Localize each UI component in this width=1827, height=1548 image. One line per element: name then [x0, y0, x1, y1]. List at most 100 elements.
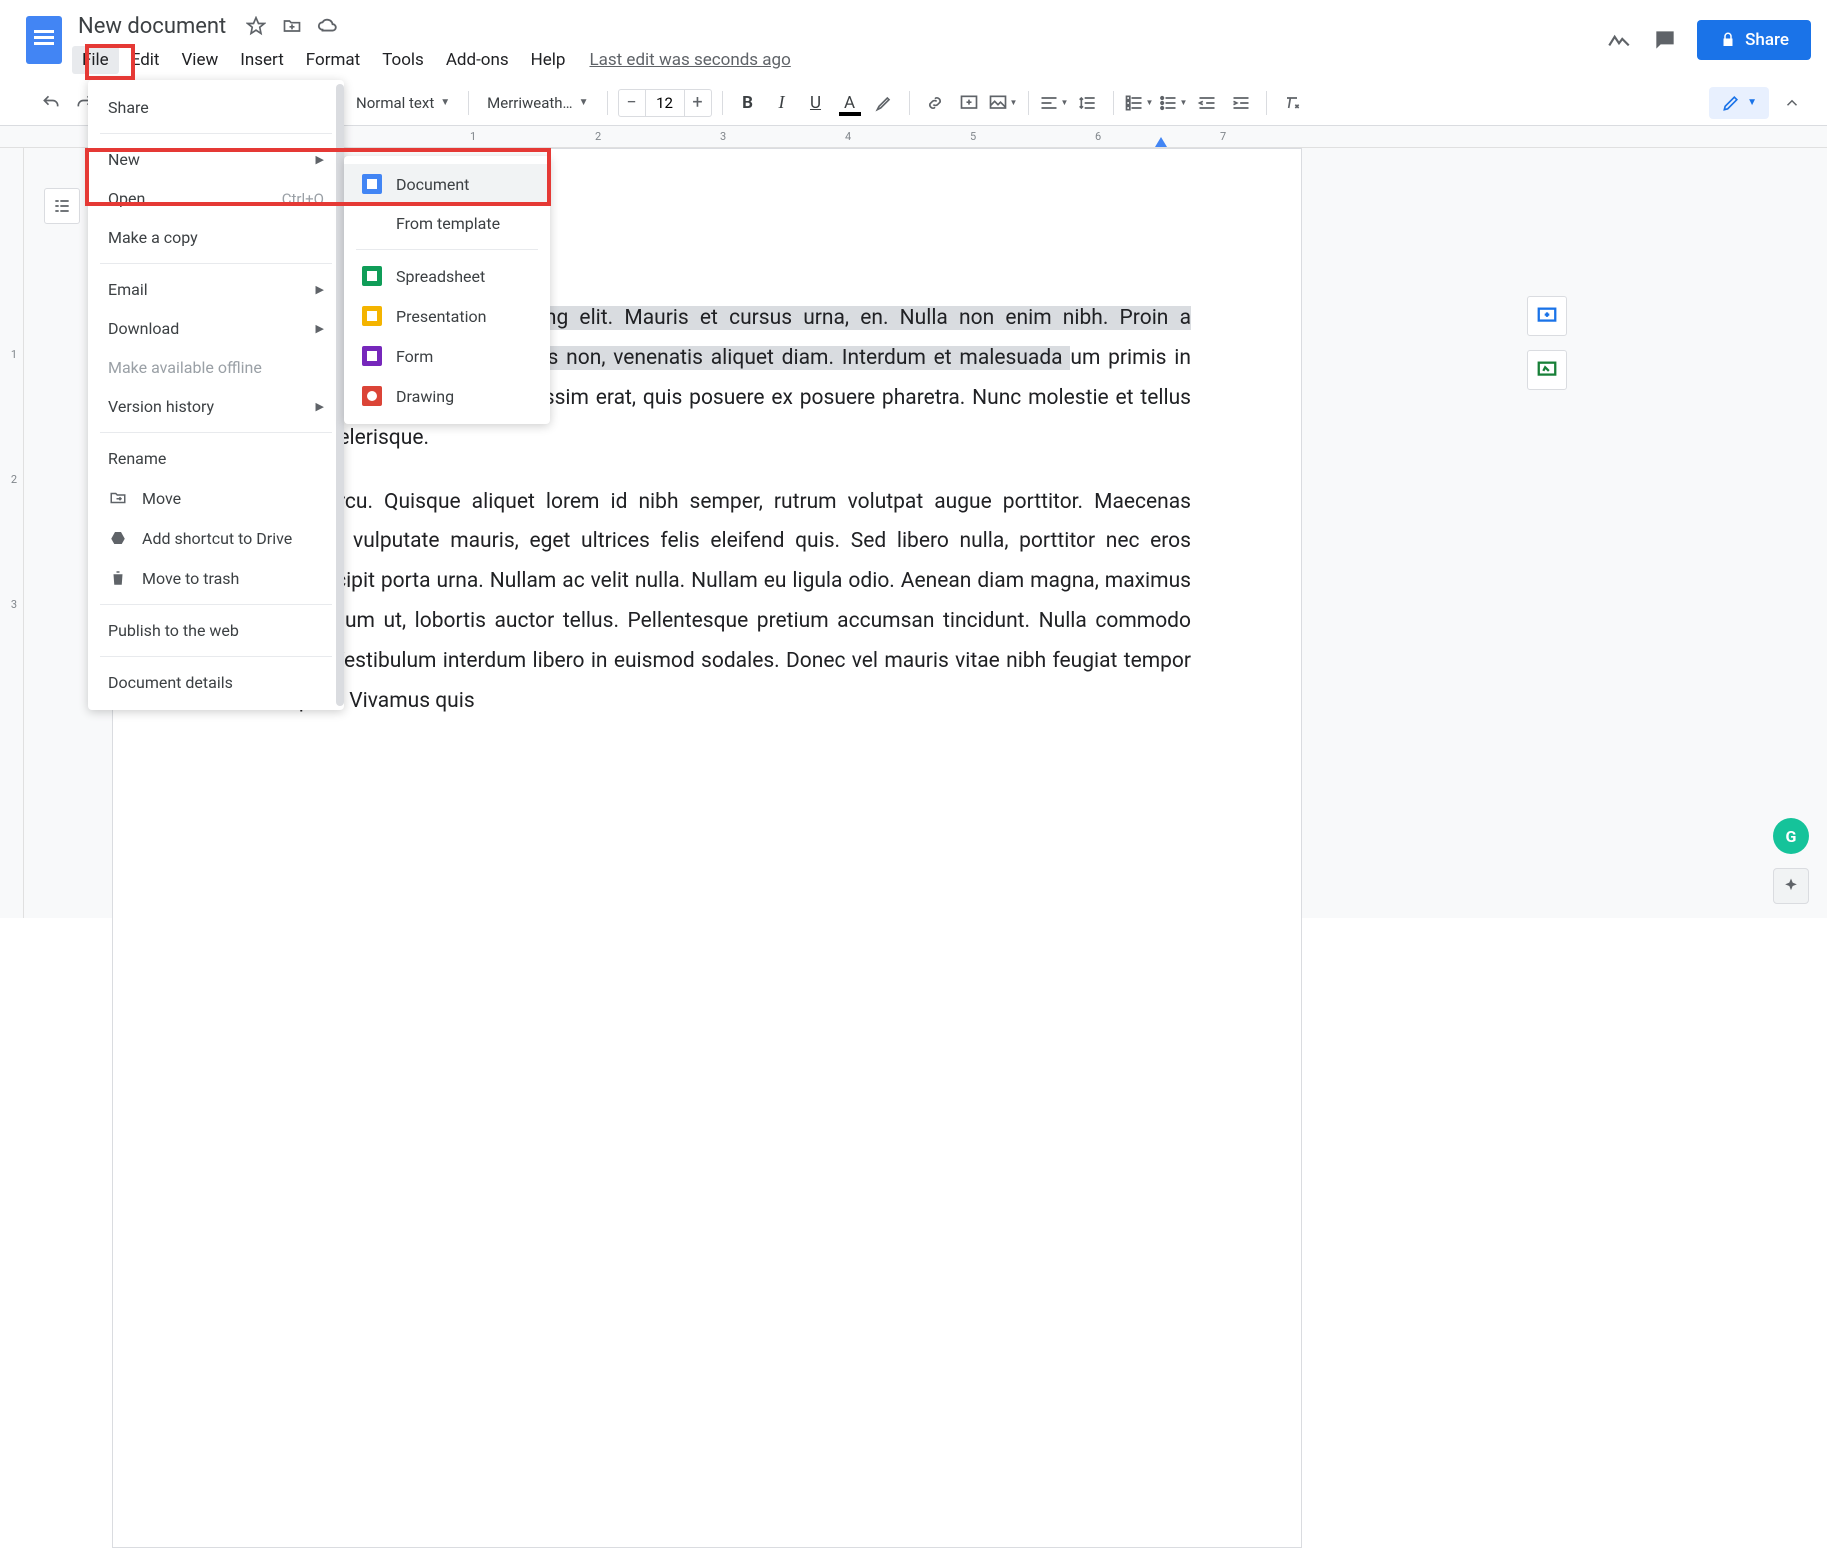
file-share-item[interactable]: Share [88, 88, 344, 127]
font-size-decrease[interactable]: − [619, 92, 645, 113]
comments-icon[interactable] [1651, 26, 1679, 54]
new-presentation-item[interactable]: Presentation [344, 296, 550, 336]
clear-formatting-button[interactable] [1277, 88, 1307, 118]
indent-marker-icon[interactable] [1155, 137, 1167, 147]
caret-right-icon: ▶ [316, 153, 324, 166]
drive-icon [108, 528, 128, 548]
menu-file[interactable]: File [72, 46, 119, 74]
separator [722, 91, 723, 115]
caret-right-icon: ▶ [316, 400, 324, 413]
file-dropdown: Share New▶ OpenCtrl+O Make a copy Email▶… [88, 80, 344, 710]
add-comment-button[interactable] [1527, 296, 1567, 336]
title-row: New document [72, 8, 1605, 44]
separator [100, 656, 332, 657]
new-form-item[interactable]: Form [344, 336, 550, 376]
file-make-copy-item[interactable]: Make a copy [88, 218, 344, 257]
menu-view[interactable]: View [171, 46, 228, 74]
caret-down-icon: ▼ [579, 97, 589, 108]
caret-right-icon: ▶ [316, 322, 324, 335]
cloud-status-icon[interactable] [316, 14, 340, 38]
caret-right-icon: ▶ [316, 283, 324, 296]
header-main: New document File Edit View Insert Forma… [72, 8, 1605, 76]
separator [909, 91, 910, 115]
font-select[interactable]: Merriweath…▼ [479, 90, 596, 116]
new-spreadsheet-item[interactable]: Spreadsheet [344, 256, 550, 296]
slides-app-icon [362, 306, 382, 326]
file-move-item[interactable]: Move [88, 478, 344, 518]
underline-button[interactable]: U [801, 88, 831, 118]
file-offline-item: Make available offline [88, 348, 344, 387]
font-size-increase[interactable]: + [685, 92, 711, 113]
side-actions [1527, 296, 1567, 390]
move-folder-icon[interactable] [280, 14, 304, 38]
insert-comment-button[interactable] [954, 88, 984, 118]
separator [1266, 91, 1267, 115]
font-size-value[interactable]: 12 [645, 90, 685, 116]
file-details-item[interactable]: Document details [88, 663, 344, 702]
separator [100, 604, 332, 605]
collapse-toolbar-button[interactable] [1777, 88, 1807, 118]
caret-down-icon: ▼ [1061, 98, 1069, 107]
undo-button[interactable] [36, 88, 66, 118]
header-right: Share [1605, 8, 1811, 60]
toolbar-right: ▼ [1709, 87, 1807, 119]
last-edit-link[interactable]: Last edit was seconds ago [589, 50, 790, 70]
file-open-item[interactable]: OpenCtrl+O [88, 179, 344, 218]
sheets-app-icon [362, 266, 382, 286]
new-submenu: Document From template Spreadsheet Prese… [344, 156, 550, 424]
indent-decrease-button[interactable] [1192, 88, 1222, 118]
document-title[interactable]: New document [72, 12, 232, 41]
file-version-item[interactable]: Version history▶ [88, 387, 344, 426]
align-button[interactable]: ▼ [1039, 88, 1069, 118]
trash-icon [108, 568, 128, 588]
explore-button[interactable] [1773, 868, 1809, 904]
file-rename-item[interactable]: Rename [88, 439, 344, 478]
menubar: File Edit View Insert Format Tools Add-o… [72, 44, 1605, 76]
logo-wrap [16, 8, 72, 64]
file-trash-item[interactable]: Move to trash [88, 558, 344, 598]
new-drawing-item[interactable]: Drawing [344, 376, 550, 416]
menu-tools[interactable]: Tools [372, 46, 434, 74]
paragraph[interactable]: In a urna arcu. Quisque aliquet lorem id… [223, 483, 1191, 722]
new-template-item[interactable]: From template [344, 204, 550, 243]
grammarly-icon[interactable]: G [1773, 818, 1809, 854]
text-color-button[interactable]: A [835, 88, 865, 118]
menu-edit[interactable]: Edit [121, 46, 170, 74]
highlight-button[interactable] [869, 88, 899, 118]
file-new-item[interactable]: New▶ [88, 140, 344, 179]
menu-insert[interactable]: Insert [230, 46, 294, 74]
italic-button[interactable]: I [767, 88, 797, 118]
file-email-item[interactable]: Email▶ [88, 270, 344, 309]
checklist-button[interactable]: ▼ [1124, 88, 1154, 118]
paragraph-style-select[interactable]: Normal text▼ [348, 90, 458, 116]
docs-logo-icon[interactable] [26, 16, 62, 64]
file-publish-item[interactable]: Publish to the web [88, 611, 344, 650]
menu-format[interactable]: Format [296, 46, 370, 74]
caret-down-icon: ▼ [1747, 97, 1757, 108]
activity-icon[interactable] [1605, 26, 1633, 54]
separator [100, 263, 332, 264]
separator [100, 133, 332, 134]
pencil-icon [1721, 93, 1741, 113]
menu-addons[interactable]: Add-ons [436, 46, 519, 74]
star-icon[interactable] [244, 14, 268, 38]
outline-toggle-button[interactable] [44, 188, 80, 224]
share-button[interactable]: Share [1697, 20, 1811, 60]
insert-link-button[interactable] [920, 88, 950, 118]
insert-image-button[interactable]: ▼ [988, 88, 1018, 118]
vertical-ruler[interactable]: 1 2 3 [0, 148, 24, 918]
menu-help[interactable]: Help [521, 46, 576, 74]
new-document-item[interactable]: Document [344, 164, 550, 204]
bulleted-list-button[interactable]: ▼ [1158, 88, 1188, 118]
share-label: Share [1745, 30, 1789, 50]
indent-increase-button[interactable] [1226, 88, 1256, 118]
file-download-item[interactable]: Download▶ [88, 309, 344, 348]
suggest-edit-button[interactable] [1527, 350, 1567, 390]
line-spacing-button[interactable] [1073, 88, 1103, 118]
docs-app-icon [362, 174, 382, 194]
lock-icon [1719, 31, 1737, 49]
bold-button[interactable]: B [733, 88, 763, 118]
caret-down-icon: ▼ [1146, 98, 1154, 107]
file-shortcut-item[interactable]: Add shortcut to Drive [88, 518, 344, 558]
editing-mode-button[interactable]: ▼ [1709, 87, 1769, 119]
